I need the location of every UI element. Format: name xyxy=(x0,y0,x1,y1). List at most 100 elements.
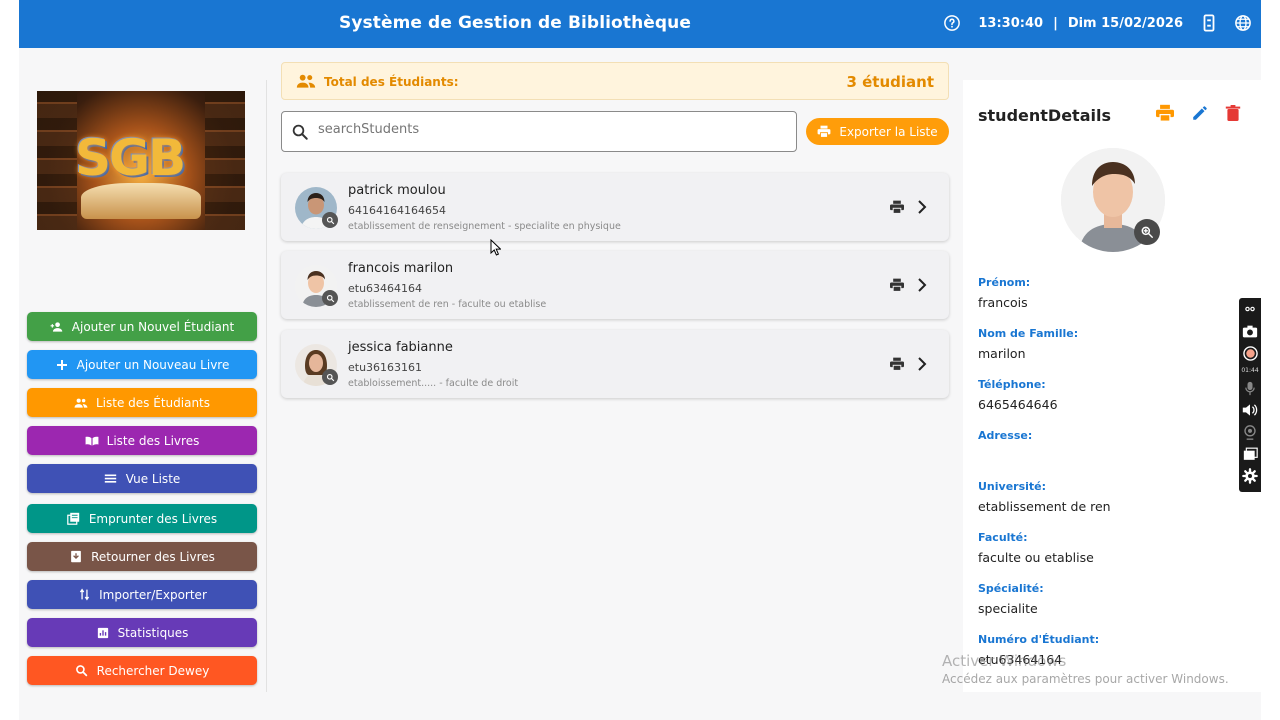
group-icon xyxy=(74,396,88,410)
windows-activation-hint: Accédez aux paramètres pour activer Wind… xyxy=(942,672,1229,686)
help-icon[interactable] xyxy=(942,13,962,33)
detail-field: Nom de Famille: marilon xyxy=(978,327,1078,361)
sidebar-button-6[interactable]: Retourner des Livres xyxy=(27,542,257,571)
detail-field-value: etablissement de ren xyxy=(978,499,1111,514)
detail-field-value: francois xyxy=(978,295,1028,310)
student-card[interactable]: jessica fabianne etu36163161 etabloissemen… xyxy=(281,330,949,398)
camera-icon[interactable] xyxy=(1242,323,1258,339)
details-actions xyxy=(1155,104,1241,126)
print-icon[interactable] xyxy=(889,356,905,375)
clock-time: 13:30:40 xyxy=(978,15,1044,31)
open-book-illustration xyxy=(81,183,201,219)
student-number: etu63464164 xyxy=(348,282,423,295)
edit-icon[interactable] xyxy=(1191,104,1209,126)
clock-date: Dim 15/02/2026 xyxy=(1067,15,1183,31)
phone-rotate-icon[interactable] xyxy=(1199,13,1219,33)
microphone-icon[interactable] xyxy=(1242,380,1258,396)
windows-icon[interactable] xyxy=(1242,446,1258,462)
sidebar-button-2[interactable]: Liste des Étudiants xyxy=(27,388,257,417)
detail-field: Prénom: francois xyxy=(978,276,1030,310)
link-icon[interactable] xyxy=(1242,301,1258,317)
student-number: 64164164164654 xyxy=(348,204,446,217)
library-icon xyxy=(67,512,81,526)
sidebar-button-1[interactable]: Ajouter un Nouveau Livre xyxy=(27,350,257,379)
print-icon[interactable] xyxy=(889,277,905,296)
zoom-in-icon xyxy=(326,373,334,381)
total-students-count: 3 étudiant xyxy=(846,73,934,91)
mouse-cursor-icon xyxy=(490,238,502,260)
chevron-right-icon[interactable] xyxy=(917,356,927,375)
student-meta: etablissement de renseignement - special… xyxy=(348,221,621,232)
windows-activation-title: Activer Windows xyxy=(942,652,1067,670)
student-meta: etabloissement..... - faculte de droit xyxy=(348,378,519,389)
student-meta: etablissement de ren - faculte ou etabli… xyxy=(348,299,547,310)
speaker-icon[interactable] xyxy=(1242,402,1258,418)
chevron-right-icon[interactable] xyxy=(917,277,927,296)
delete-icon[interactable] xyxy=(1225,104,1241,126)
sidebar-button-label: Vue Liste xyxy=(125,471,181,486)
sidebar-button-label: Emprunter des Livres xyxy=(88,511,218,526)
search-box[interactable] xyxy=(281,111,797,152)
sidebar-button-label: Importer/Exporter xyxy=(99,587,207,602)
zoom-in-icon xyxy=(326,294,334,302)
sidebar-button-4[interactable]: Vue Liste xyxy=(27,464,257,493)
detail-field-value: marilon xyxy=(978,346,1026,361)
chevron-right-icon[interactable] xyxy=(917,199,927,218)
sidebar-button-9[interactable]: Rechercher Dewey xyxy=(27,656,257,685)
book-open-icon xyxy=(85,434,99,448)
student-card[interactable]: patrick moulou 64164164164654 etablissemen… xyxy=(281,173,949,241)
recorder-time: 01:44 xyxy=(1241,367,1259,374)
student-details-panel: studentDetails Prénom: francois Nom de Fam… xyxy=(963,80,1261,692)
detail-field-value: 6465464646 xyxy=(978,397,1058,412)
total-students-label: Total des Étudiants: xyxy=(324,75,459,89)
plus-icon xyxy=(55,358,69,372)
search-input[interactable] xyxy=(318,122,778,137)
top-bar-right: 13:30:40 | Dim 15/02/2026 xyxy=(942,13,1253,33)
sidebar-button-label: Ajouter un Nouveau Livre xyxy=(76,357,230,372)
avatar-zoom-button[interactable] xyxy=(322,290,338,306)
zoom-in-icon xyxy=(326,216,334,224)
sidebar-button-3[interactable]: Liste des Livres xyxy=(27,426,257,455)
export-list-label: Exporter la Liste xyxy=(839,124,938,139)
detail-field-label: Prénom: xyxy=(978,276,1031,289)
print-icon xyxy=(817,125,831,138)
avatar-zoom-button[interactable] xyxy=(322,212,338,228)
logo-text: SGB xyxy=(75,129,186,187)
student-number: etu36163161 xyxy=(348,361,423,374)
sidebar-button-label: Ajouter un Nouvel Étudiant xyxy=(71,319,235,334)
language-globe-icon[interactable] xyxy=(1233,13,1253,33)
detail-field-label: Adresse: xyxy=(978,429,1033,442)
detail-field-value: faculte ou etablise xyxy=(978,550,1094,565)
print-icon[interactable] xyxy=(889,199,905,218)
top-app-bar: Système de Gestion de Bibliothèque 13:30… xyxy=(19,0,1261,48)
zoom-in-icon xyxy=(1141,226,1153,238)
sidebar-button-0[interactable]: Ajouter un Nouvel Étudiant xyxy=(27,312,257,341)
chart-icon xyxy=(96,626,110,640)
recorder-toolbar: 01:44 xyxy=(1239,298,1261,492)
sidebar-button-label: Statistiques xyxy=(117,625,189,640)
photo-zoom-button[interactable] xyxy=(1134,219,1160,245)
app-title: Système de Gestion de Bibliothèque xyxy=(339,13,691,33)
avatar-zoom-button[interactable] xyxy=(322,369,338,385)
record-icon[interactable] xyxy=(1242,345,1258,361)
student-card[interactable]: francois marilon etu63464164 etablissement… xyxy=(281,251,949,319)
print-icon[interactable] xyxy=(1155,104,1175,126)
export-list-button[interactable]: Exporter la Liste xyxy=(806,118,949,145)
header-separator: | xyxy=(1053,15,1058,31)
app-logo: SGB xyxy=(37,91,245,230)
sidebar-button-label: Liste des Livres xyxy=(106,433,200,448)
group-icon xyxy=(296,73,316,93)
sidebar-button-7[interactable]: Importer/Exporter xyxy=(27,580,257,609)
list-icon xyxy=(104,472,118,486)
detail-field-label: Numéro d'Étudiant: xyxy=(978,633,1100,646)
search-icon xyxy=(291,123,309,145)
webcam-icon[interactable] xyxy=(1242,424,1258,440)
app-window: Système de Gestion de Bibliothèque 13:30… xyxy=(19,0,1261,720)
sidebar-button-5[interactable]: Emprunter des Livres xyxy=(27,504,257,533)
detail-field: Faculté: faculte ou etablise xyxy=(978,531,1094,565)
sidebar-button-8[interactable]: Statistiques xyxy=(27,618,257,647)
import-export-icon xyxy=(77,588,91,602)
student-name: jessica fabianne xyxy=(348,340,453,355)
detail-field-value: specialite xyxy=(978,601,1038,616)
settings-gear-icon[interactable] xyxy=(1242,468,1258,484)
